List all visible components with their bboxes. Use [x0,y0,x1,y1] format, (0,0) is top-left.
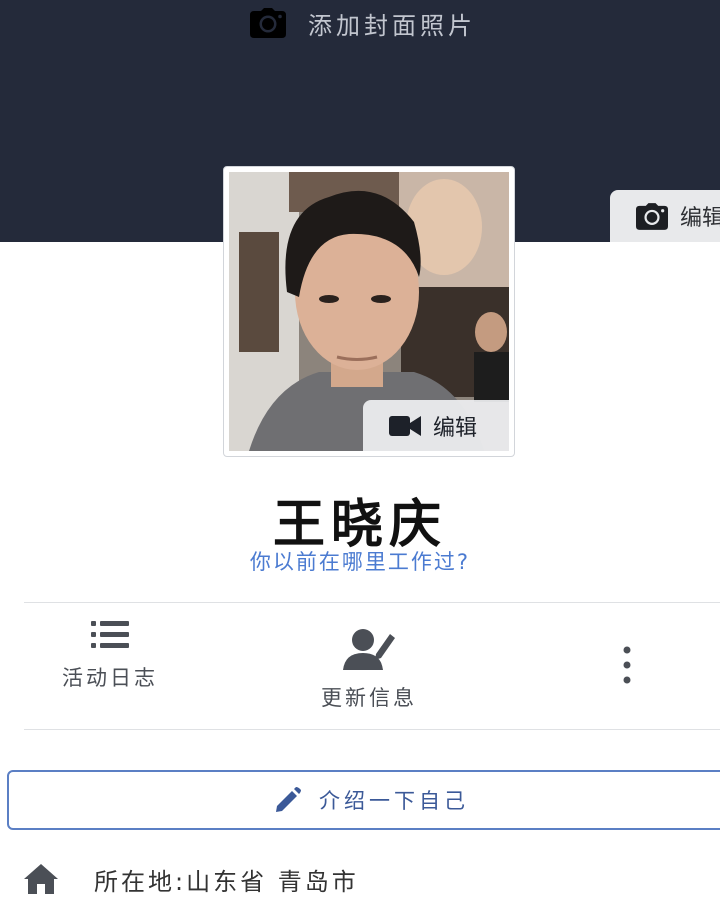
list-icon [91,621,129,648]
location-value: 山东省 青岛市 [186,867,359,896]
profile-picture[interactable]: 编辑 [229,172,509,451]
video-camera-icon [389,415,421,436]
edit-cover-button[interactable]: 编辑 [610,190,720,242]
activity-log-button[interactable]: 活动日志 [56,620,164,692]
user-edit-icon [343,629,395,670]
location-row: 所在地:山东省 青岛市 [24,856,359,902]
divider [24,602,720,603]
edit-profile-label: 编辑 [433,415,478,441]
location-text: 所在地:山东省 青岛市 [94,862,359,897]
intro-yourself-label: 介绍一下自己 [319,789,469,813]
update-info-button[interactable]: 更新信息 [314,628,424,712]
edit-profile-video-button[interactable]: 编辑 [363,400,509,451]
camera-icon [636,202,668,230]
add-work-link[interactable]: 你以前在哪里工作过? [0,546,720,576]
home-icon [24,864,58,894]
location-label: 所在地: [94,867,187,896]
pencil-icon [276,787,301,812]
camera-icon [250,8,286,38]
intro-yourself-button[interactable]: 介绍一下自己 [7,770,720,830]
divider [24,729,720,730]
add-cover-photo-label: 添加封面照片 [308,11,476,40]
more-options-button[interactable] [600,640,654,690]
more-vertical-icon [623,646,631,684]
edit-cover-label: 编辑 [680,206,720,231]
add-cover-photo-button[interactable]: 添加封面照片 [250,4,476,42]
profile-picture-frame: 编辑 [223,166,515,457]
update-info-label: 更新信息 [321,686,417,710]
activity-log-label: 活动日志 [62,666,158,690]
